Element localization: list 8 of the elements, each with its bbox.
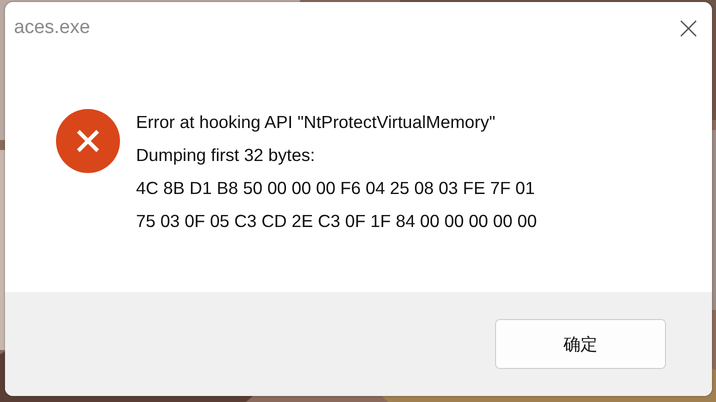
message-text: Dumping first 32 bytes: (136, 144, 316, 167)
window-title: aces.exe (14, 17, 90, 39)
message-text: 4C 8B D1 B8 50 00 00 00 F6 04 25 08 03 FE 7F 01 (136, 177, 536, 200)
error-icon (56, 109, 120, 173)
message-text: 75 03 0F 05 C3 CD 2E C3 0F 1F 84 00 00 00 00 00 (136, 210, 537, 233)
close-icon[interactable] (679, 18, 698, 38)
message-text: Error at hooking API "NtProtectVirtualMemory" (136, 111, 496, 134)
ok-button[interactable]: 确定 (495, 319, 666, 369)
